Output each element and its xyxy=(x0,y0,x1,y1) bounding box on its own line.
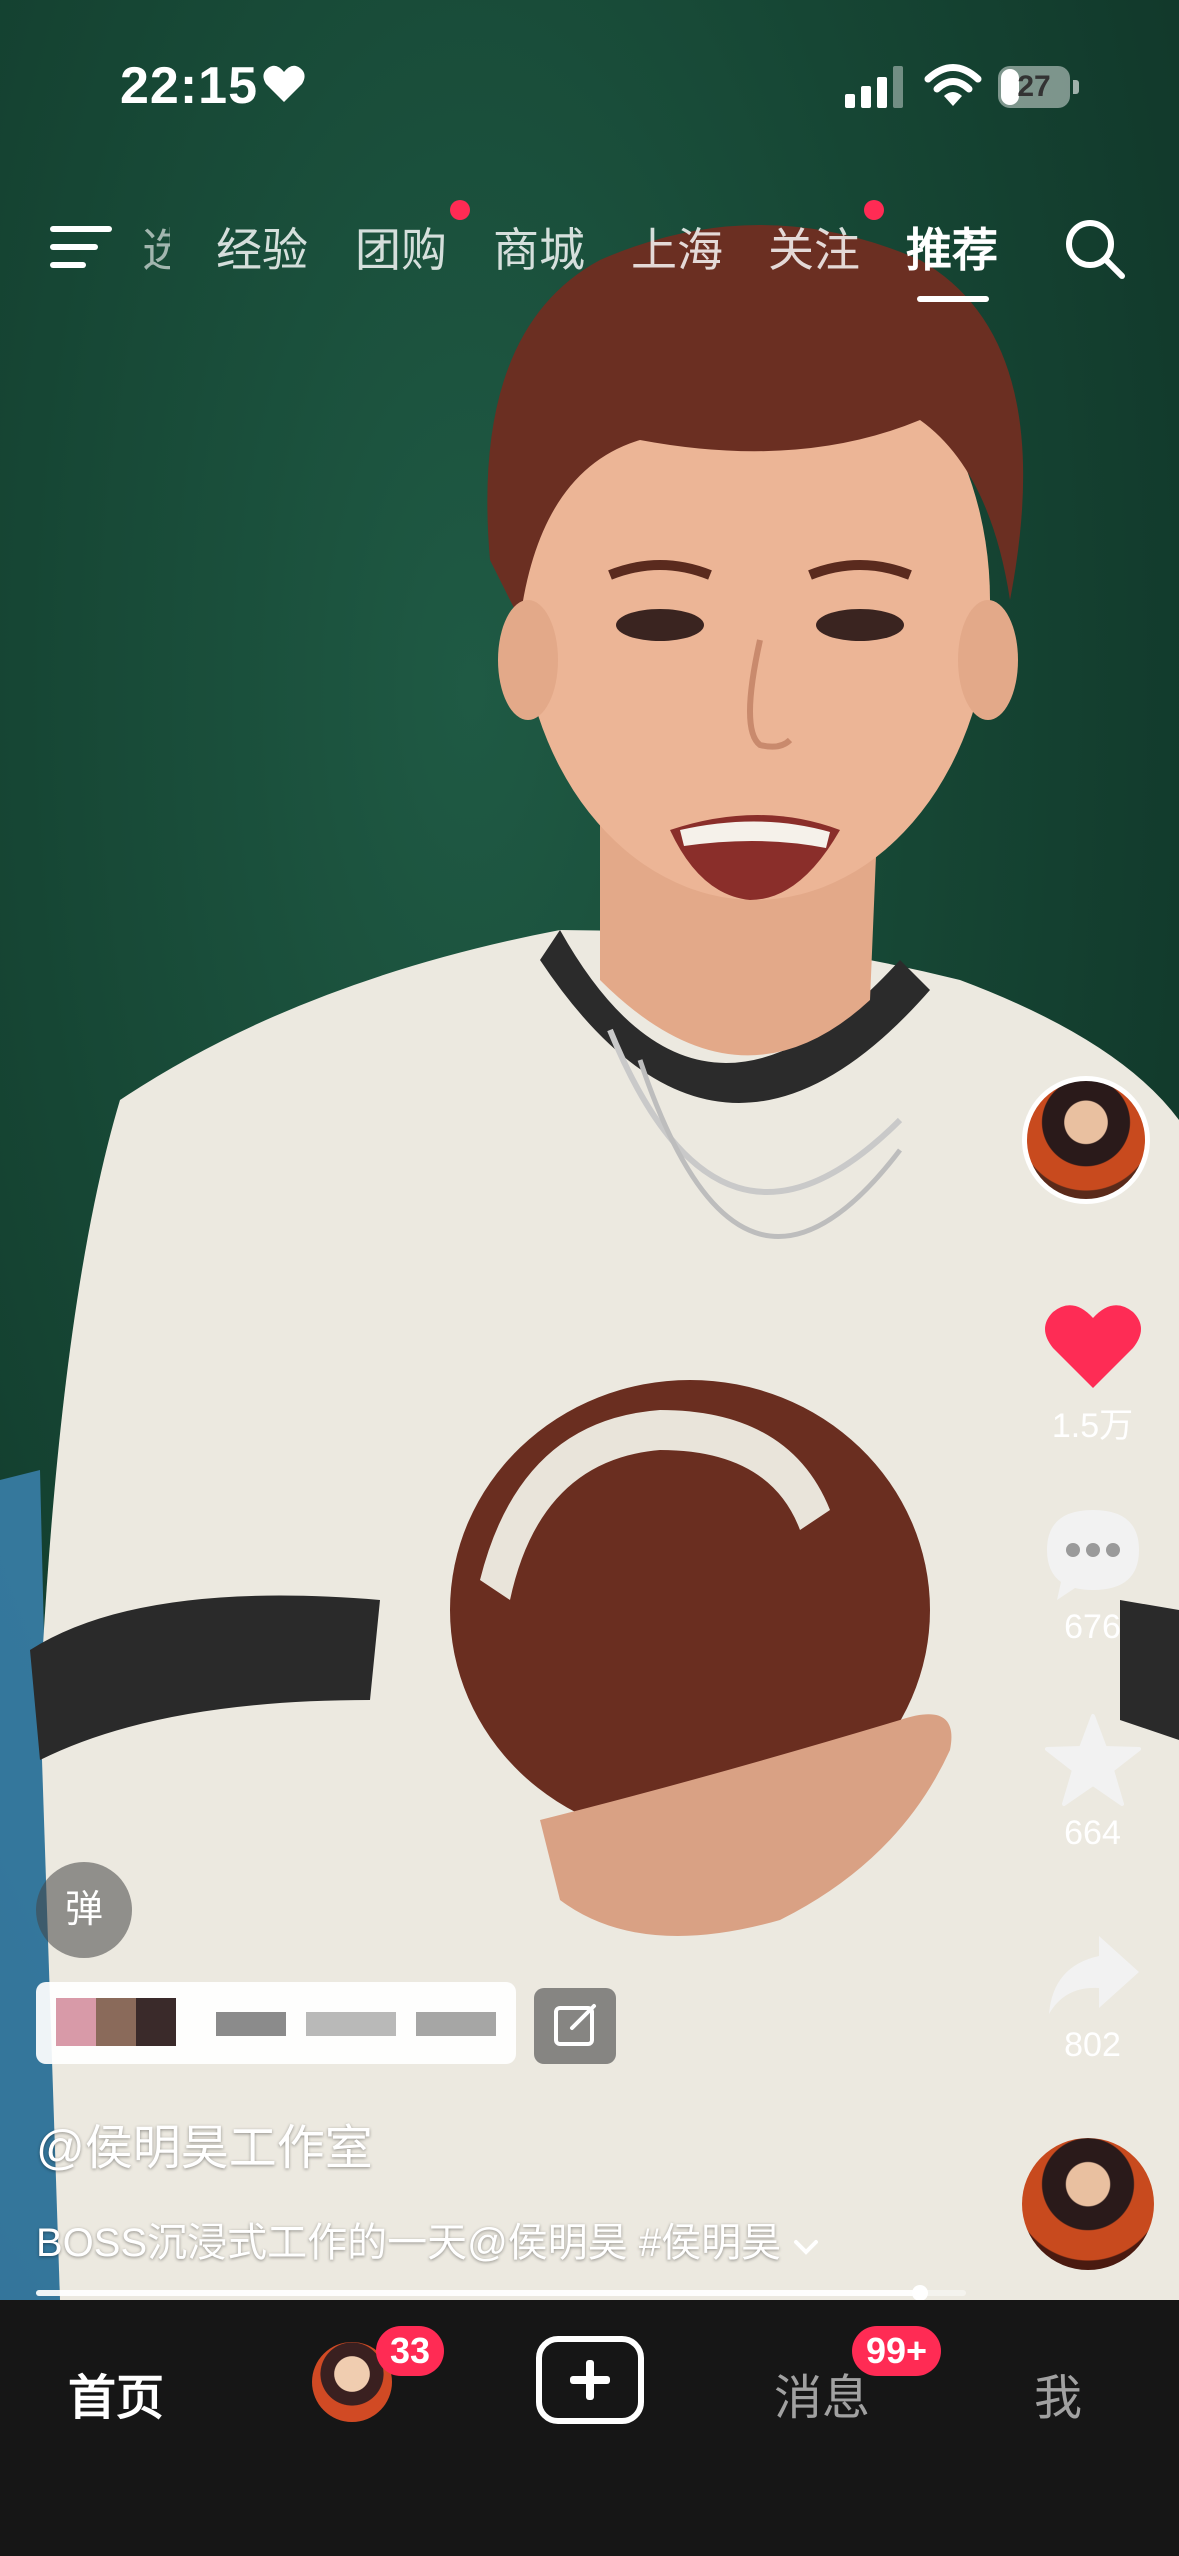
pixelated-text-1 xyxy=(216,2012,286,2036)
cellular-signal-icon xyxy=(845,66,903,108)
pixelated-avatar-3 xyxy=(136,1998,176,2046)
tab-guanzhu[interactable]: 关注 xyxy=(768,214,860,280)
share-count: 802 xyxy=(1064,2026,1121,2064)
battery-level-text: 27 xyxy=(1017,70,1051,103)
tab-tuangou-dot xyxy=(450,200,470,220)
pixelated-text-2 xyxy=(306,2012,396,2036)
status-bar: 22:15 27 xyxy=(0,0,1179,170)
video-caption[interactable]: BOSS沉浸式工作的一天@侯明昊 #侯明昊 xyxy=(36,2210,819,2268)
create-post-button[interactable] xyxy=(536,2336,644,2424)
tab-partial-hidden[interactable]: 选 xyxy=(142,214,170,280)
tab-shanghai[interactable]: 上海 xyxy=(631,214,723,280)
star-icon[interactable] xyxy=(1043,1712,1143,1808)
tab-guanzhu-dot xyxy=(864,200,884,220)
tab-messages[interactable]: 消息 xyxy=(774,2358,870,2428)
danmu-toggle-button[interactable]: 弹 xyxy=(36,1862,132,1958)
share-action[interactable]: 802 xyxy=(1010,1930,1175,2065)
wifi-icon xyxy=(924,64,982,106)
search-icon[interactable] xyxy=(1064,218,1126,280)
active-tab-underline xyxy=(917,296,989,302)
battery-nub xyxy=(1073,80,1079,94)
comment-count: 676 xyxy=(1064,1608,1121,1646)
video-player[interactable] xyxy=(0,0,1179,2300)
caption-text: BOSS沉浸式工作的一天@侯明昊 #侯明昊 xyxy=(36,2221,782,2265)
pixelated-avatar-1 xyxy=(56,1998,96,2046)
top-nav: 选 经验 团购 商城 上海 关注 推荐 xyxy=(0,200,1179,310)
menu-icon[interactable] xyxy=(50,222,114,272)
chevron-down-icon[interactable] xyxy=(793,2221,819,2266)
write-danmu-button[interactable] xyxy=(534,1988,616,2064)
pixelated-avatar-2 xyxy=(96,1998,136,2046)
tab-home[interactable]: 首页 xyxy=(68,2358,164,2428)
pixelated-text-3 xyxy=(416,2012,496,2036)
comment-icon[interactable] xyxy=(1043,1506,1143,1602)
like-action[interactable]: 1.5万 xyxy=(1010,1300,1175,1447)
author-avatar[interactable] xyxy=(1022,1076,1150,1204)
author-name[interactable]: @侯明昊工作室 xyxy=(36,2108,373,2178)
tab-tuijian[interactable]: 推荐 xyxy=(906,214,998,280)
video-progress-bar[interactable] xyxy=(36,2285,966,2301)
status-time: 22:15 xyxy=(120,57,258,115)
video-frame xyxy=(0,225,1179,2300)
friends-badge: 33 xyxy=(376,2326,445,2376)
heart-status-icon xyxy=(263,65,305,102)
share-icon[interactable] xyxy=(1043,1930,1143,2020)
tab-me[interactable]: 我 xyxy=(1034,2358,1082,2428)
heart-icon[interactable] xyxy=(1043,1300,1143,1392)
tab-tuangou[interactable]: 团购 xyxy=(355,214,447,280)
progress-knob[interactable] xyxy=(912,2285,928,2301)
battery-indicator: 27 xyxy=(998,66,1080,108)
plus-icon xyxy=(570,2360,610,2400)
favorite-action[interactable]: 664 xyxy=(1010,1712,1175,1853)
messages-badge: 99+ xyxy=(852,2326,942,2376)
action-rail: 1.5万 676 664 802 xyxy=(1010,1070,1179,2290)
tab-shangcheng[interactable]: 商城 xyxy=(493,214,585,280)
favorite-count: 664 xyxy=(1064,1814,1121,1852)
like-count: 1.5万 xyxy=(1051,1407,1134,1445)
comment-action[interactable]: 676 xyxy=(1010,1506,1175,1647)
tab-jingyan[interactable]: 经验 xyxy=(216,214,308,280)
bottom-tab-bar: 首页 33 消息 99+ 我 xyxy=(0,2300,1179,2556)
progress-fill xyxy=(36,2290,920,2296)
edit-icon xyxy=(554,2004,596,2046)
music-disc-avatar[interactable] xyxy=(1022,2138,1154,2270)
danmu-preview-bar[interactable] xyxy=(36,1982,516,2064)
